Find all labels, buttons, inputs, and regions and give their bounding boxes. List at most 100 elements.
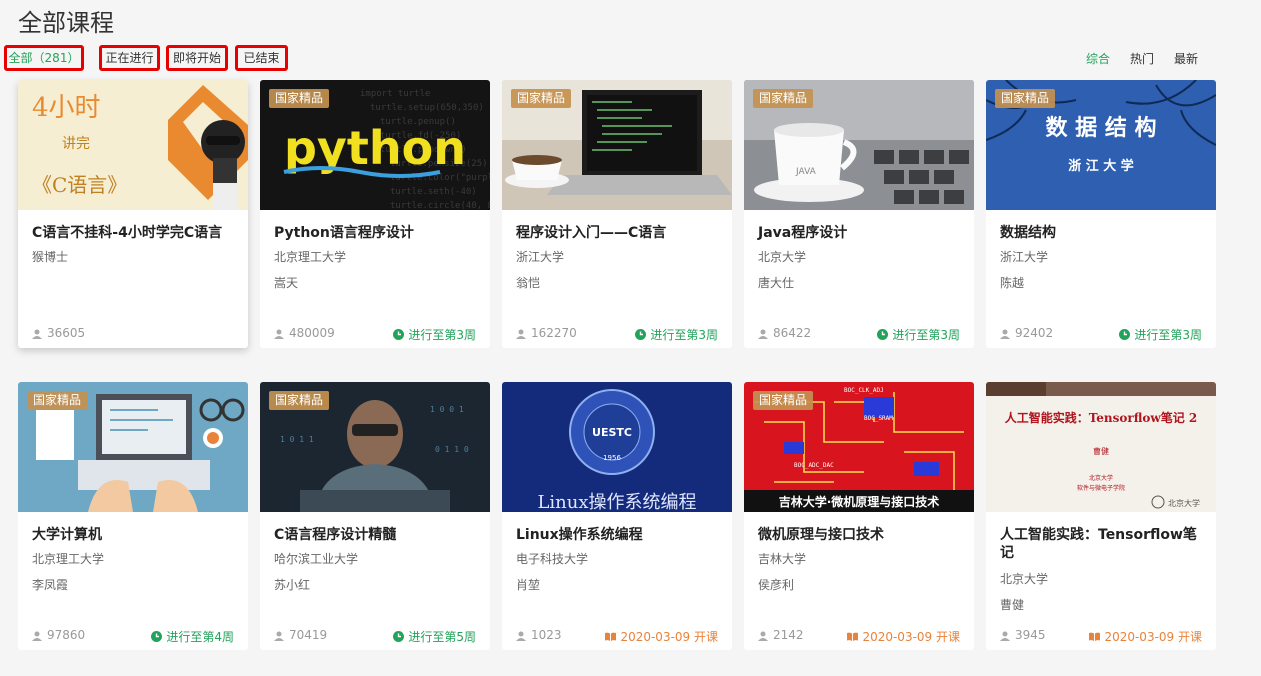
- filter-tab-ongoing[interactable]: 正在进行: [99, 45, 160, 71]
- course-card[interactable]: JAVA 国家精品 Java程序设计 北京大学 唐大仕 86422 进行至第3周: [744, 80, 974, 348]
- course-status-text: 进行至第3周: [1134, 328, 1202, 342]
- person-icon: [758, 328, 768, 339]
- cover-text: Linux操作系统编程: [537, 492, 696, 512]
- course-title[interactable]: C语言不挂科-4小时学完C语言: [32, 224, 237, 242]
- course-status: 2020-03-09 开课: [605, 628, 718, 645]
- course-status: 进行至第4周: [151, 628, 234, 645]
- course-school: 猴博士: [32, 250, 69, 264]
- person-icon: [32, 328, 42, 339]
- filter-tab-all[interactable]: 全部（281）: [4, 45, 84, 71]
- cover-text: 吉林大学·微机原理与接口技术: [779, 494, 940, 509]
- enrollment-count: 86422: [758, 326, 811, 340]
- cover-text: 北京大学: [1168, 498, 1200, 508]
- svg-text:0 1 1 0: 0 1 1 0: [435, 445, 469, 454]
- enrollment-count-value: 86422: [773, 326, 812, 340]
- sort-tab-newest[interactable]: 最新: [1174, 50, 1198, 67]
- course-status: 进行至第3周: [1119, 326, 1202, 343]
- course-teacher: 李凤霞: [32, 578, 69, 592]
- course-title[interactable]: 微机原理与接口技术: [758, 526, 963, 544]
- course-title[interactable]: 人工智能实践：Tensorflow笔记: [1000, 526, 1205, 562]
- course-teacher: 侯彦利: [758, 578, 795, 592]
- course-school: 电子科技大学: [516, 552, 589, 566]
- course-status: 进行至第3周: [877, 326, 960, 343]
- page-title: 全部课程: [18, 9, 114, 37]
- cover-text: 《C语言》: [32, 173, 127, 197]
- course-title[interactable]: 大学计算机: [32, 526, 237, 544]
- person-icon: [758, 630, 768, 641]
- cover-text: 4小时: [32, 93, 101, 123]
- person-icon: [516, 328, 526, 339]
- course-cover-image: 人工智能实践：Tensorflow笔记 2 曹健 北京大学 软件与微电子学院 北…: [986, 382, 1216, 512]
- enrollment-count: 162270: [516, 326, 577, 340]
- filter-tab-upcoming[interactable]: 即将开始: [166, 45, 228, 71]
- clock-icon: [393, 329, 405, 340]
- course-status: 2020-03-09 开课: [847, 628, 960, 645]
- featured-badge: 国家精品: [27, 391, 88, 410]
- course-school: 北京理工大学: [32, 552, 105, 566]
- course-title[interactable]: 程序设计入门——C语言: [516, 224, 721, 242]
- course-title[interactable]: C语言程序设计精髓: [274, 526, 479, 544]
- filter-tab-ended[interactable]: 已结束: [235, 45, 288, 71]
- enrollment-count-value: 92402: [1015, 326, 1054, 340]
- clock-icon: [151, 631, 163, 642]
- course-card[interactable]: 4小时 讲完 《C语言》 C语言不挂科-4小时学完C语言 猴博士 36605: [18, 80, 248, 348]
- cover-text: 讲完: [62, 136, 90, 152]
- course-teacher: 唐大仕: [758, 276, 795, 290]
- cover-text: 人工智能实践：Tensorflow笔记 2: [1005, 410, 1198, 425]
- course-status-text: 2020-03-09 开课: [862, 630, 960, 644]
- clock-icon: [1119, 329, 1131, 340]
- enrollment-count: 3945: [1000, 628, 1046, 642]
- course-school: 北京大学: [1000, 572, 1049, 586]
- book-icon: [1089, 631, 1101, 642]
- course-teacher: 肖堃: [516, 578, 541, 592]
- person-icon: [32, 630, 42, 641]
- course-card[interactable]: BOC_CLK_ADJ BOC_SRAM BOC_ADC_DAC 吉林大学·微机原理…: [744, 382, 974, 650]
- enrollment-count-value: 162270: [531, 326, 577, 340]
- course-teacher: 苏小红: [274, 578, 311, 592]
- course-school: 浙江大学: [1000, 250, 1049, 264]
- course-title[interactable]: Python语言程序设计: [274, 224, 479, 242]
- course-card[interactable]: 国家精品 程序设计入门——C语言 浙江大学 翁恺 162270 进行至第3周: [502, 80, 732, 348]
- course-card[interactable]: 人工智能实践：Tensorflow笔记 2 曹健 北京大学 软件与微电子学院 北…: [986, 382, 1216, 650]
- course-title[interactable]: Java程序设计: [758, 224, 963, 242]
- person-icon: [1000, 630, 1010, 641]
- course-card[interactable]: 国家精品 大学计算机 北京理工大学 李凤霞 97860 进行至第4周: [18, 382, 248, 650]
- course-card[interactable]: import turtle turtle.setup(650,350) turt…: [260, 80, 490, 348]
- sort-tab-comprehensive[interactable]: 综合: [1086, 50, 1110, 67]
- course-card[interactable]: UESTC 1956 Linux操作系统编程 Linux操作系统编程 电子科技大…: [502, 382, 732, 650]
- clock-icon: [635, 329, 647, 340]
- enrollment-count-value: 70419: [289, 628, 328, 642]
- course-card[interactable]: 数 据 结 构 浙 江 大 学 国家精品 数据结构 浙江大学 陈越 92402 …: [986, 80, 1216, 348]
- cover-text: 北京大学: [1089, 474, 1113, 482]
- svg-text:turtle.setup(650,350): turtle.setup(650,350): [370, 103, 484, 113]
- featured-badge: 国家精品: [753, 89, 814, 108]
- person-icon: [274, 328, 284, 339]
- svg-text:BOC_ADC_DAC: BOC_ADC_DAC: [794, 462, 834, 469]
- enrollment-count-value: 97860: [47, 628, 86, 642]
- enrollment-count-value: 1023: [531, 628, 562, 642]
- course-status-text: 2020-03-09 开课: [1104, 630, 1202, 644]
- course-status: 进行至第5周: [393, 628, 476, 645]
- course-school: 吉林大学: [758, 552, 807, 566]
- person-icon: [1000, 328, 1010, 339]
- course-teacher: 曹健: [1000, 598, 1025, 612]
- course-title[interactable]: Linux操作系统编程: [516, 526, 721, 544]
- enrollment-count-value: 3945: [1015, 628, 1046, 642]
- course-status-text: 进行至第3周: [892, 328, 960, 342]
- course-status-text: 进行至第3周: [408, 328, 476, 342]
- course-title[interactable]: 数据结构: [1000, 224, 1205, 242]
- course-teacher: 嵩天: [274, 276, 299, 290]
- book-icon: [847, 631, 859, 642]
- course-status-text: 进行至第3周: [650, 328, 718, 342]
- clock-icon: [877, 329, 889, 340]
- featured-badge: 国家精品: [269, 391, 330, 410]
- svg-text:turtle.seth(-40): turtle.seth(-40): [390, 187, 477, 197]
- book-icon: [605, 631, 617, 642]
- sort-tab-popular[interactable]: 热门: [1130, 50, 1154, 67]
- featured-badge: 国家精品: [753, 391, 814, 410]
- cover-text: 1956: [603, 454, 621, 462]
- course-card[interactable]: 0 1 1 0 11 0 0 1 1 0 1 10 1 1 0 国家精品 C语言…: [260, 382, 490, 650]
- featured-badge: 国家精品: [995, 89, 1056, 108]
- cover-text: 软件与微电子学院: [1077, 484, 1125, 492]
- course-teacher: 翁恺: [516, 276, 541, 290]
